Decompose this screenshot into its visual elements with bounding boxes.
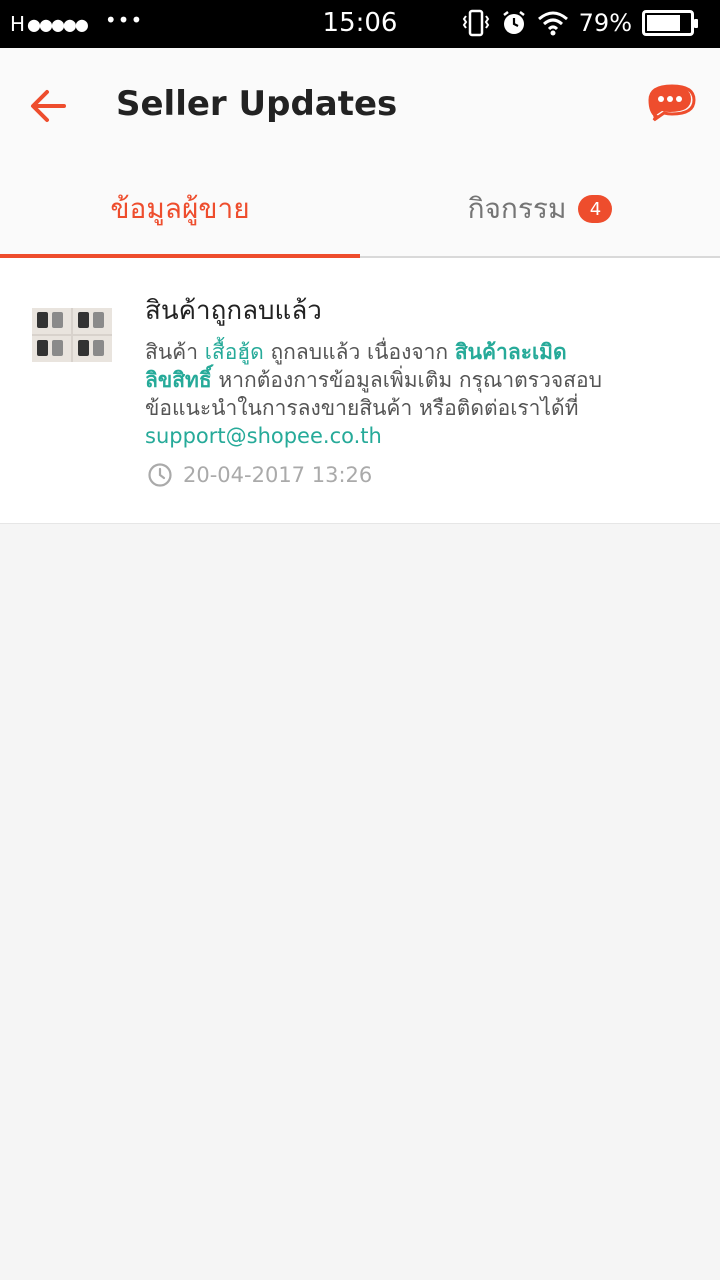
page-title: Seller Updates bbox=[116, 84, 398, 124]
clock-icon bbox=[148, 463, 172, 487]
status-bar-right: 79% bbox=[461, 9, 698, 37]
body-text-3: หากต้องการข้อมูลเพิ่มเติม กรุณาตรวจสอบข้… bbox=[145, 368, 602, 420]
wifi-icon bbox=[537, 10, 569, 36]
tab-seller-info[interactable]: ข้อมูลผู้ขาย bbox=[0, 160, 360, 258]
back-button[interactable] bbox=[24, 82, 72, 130]
notification-timestamp: 20-04-2017 13:26 bbox=[147, 462, 372, 488]
notification-item[interactable]: สินค้าถูกลบแล้ว สินค้า เสื้อฮู้ด ถูกลบแล… bbox=[0, 258, 720, 524]
chat-button[interactable] bbox=[646, 82, 698, 130]
body-text-2: ถูกลบแล้ว เนื่องจาก bbox=[263, 340, 455, 364]
product-thumbnail bbox=[32, 308, 112, 362]
tab-activities[interactable]: กิจกรรม 4 bbox=[360, 160, 720, 258]
support-email-link[interactable]: support@shopee.co.th bbox=[145, 424, 382, 448]
chat-bubble-icon bbox=[648, 84, 696, 122]
notification-body: สินค้า เสื้อฮู้ด ถูกลบแล้ว เนื่องจาก สิน… bbox=[145, 338, 615, 450]
tab-bar: ข้อมูลผู้ขาย กิจกรรม 4 bbox=[0, 160, 720, 258]
notification-title: สินค้าถูกลบแล้ว bbox=[145, 296, 322, 326]
status-bar: H ●●●●● ••• 15:06 79% bbox=[0, 0, 720, 48]
vibrate-icon bbox=[461, 9, 491, 37]
tab-activities-label: กิจกรรม bbox=[467, 192, 567, 225]
battery-level bbox=[647, 15, 681, 31]
battery-percent: 79% bbox=[578, 9, 632, 37]
body-text-1: สินค้า bbox=[145, 340, 205, 364]
alarm-icon bbox=[501, 10, 527, 36]
tab-seller-info-label: ข้อมูลผู้ขาย bbox=[110, 192, 250, 225]
activities-count-badge: 4 bbox=[578, 195, 613, 223]
arrow-left-icon bbox=[31, 90, 66, 122]
timestamp-text: 20-04-2017 13:26 bbox=[183, 463, 373, 487]
battery-icon bbox=[642, 10, 698, 36]
app-bar: Seller Updates bbox=[0, 48, 720, 160]
product-name-link[interactable]: เสื้อฮู้ด bbox=[205, 340, 264, 364]
